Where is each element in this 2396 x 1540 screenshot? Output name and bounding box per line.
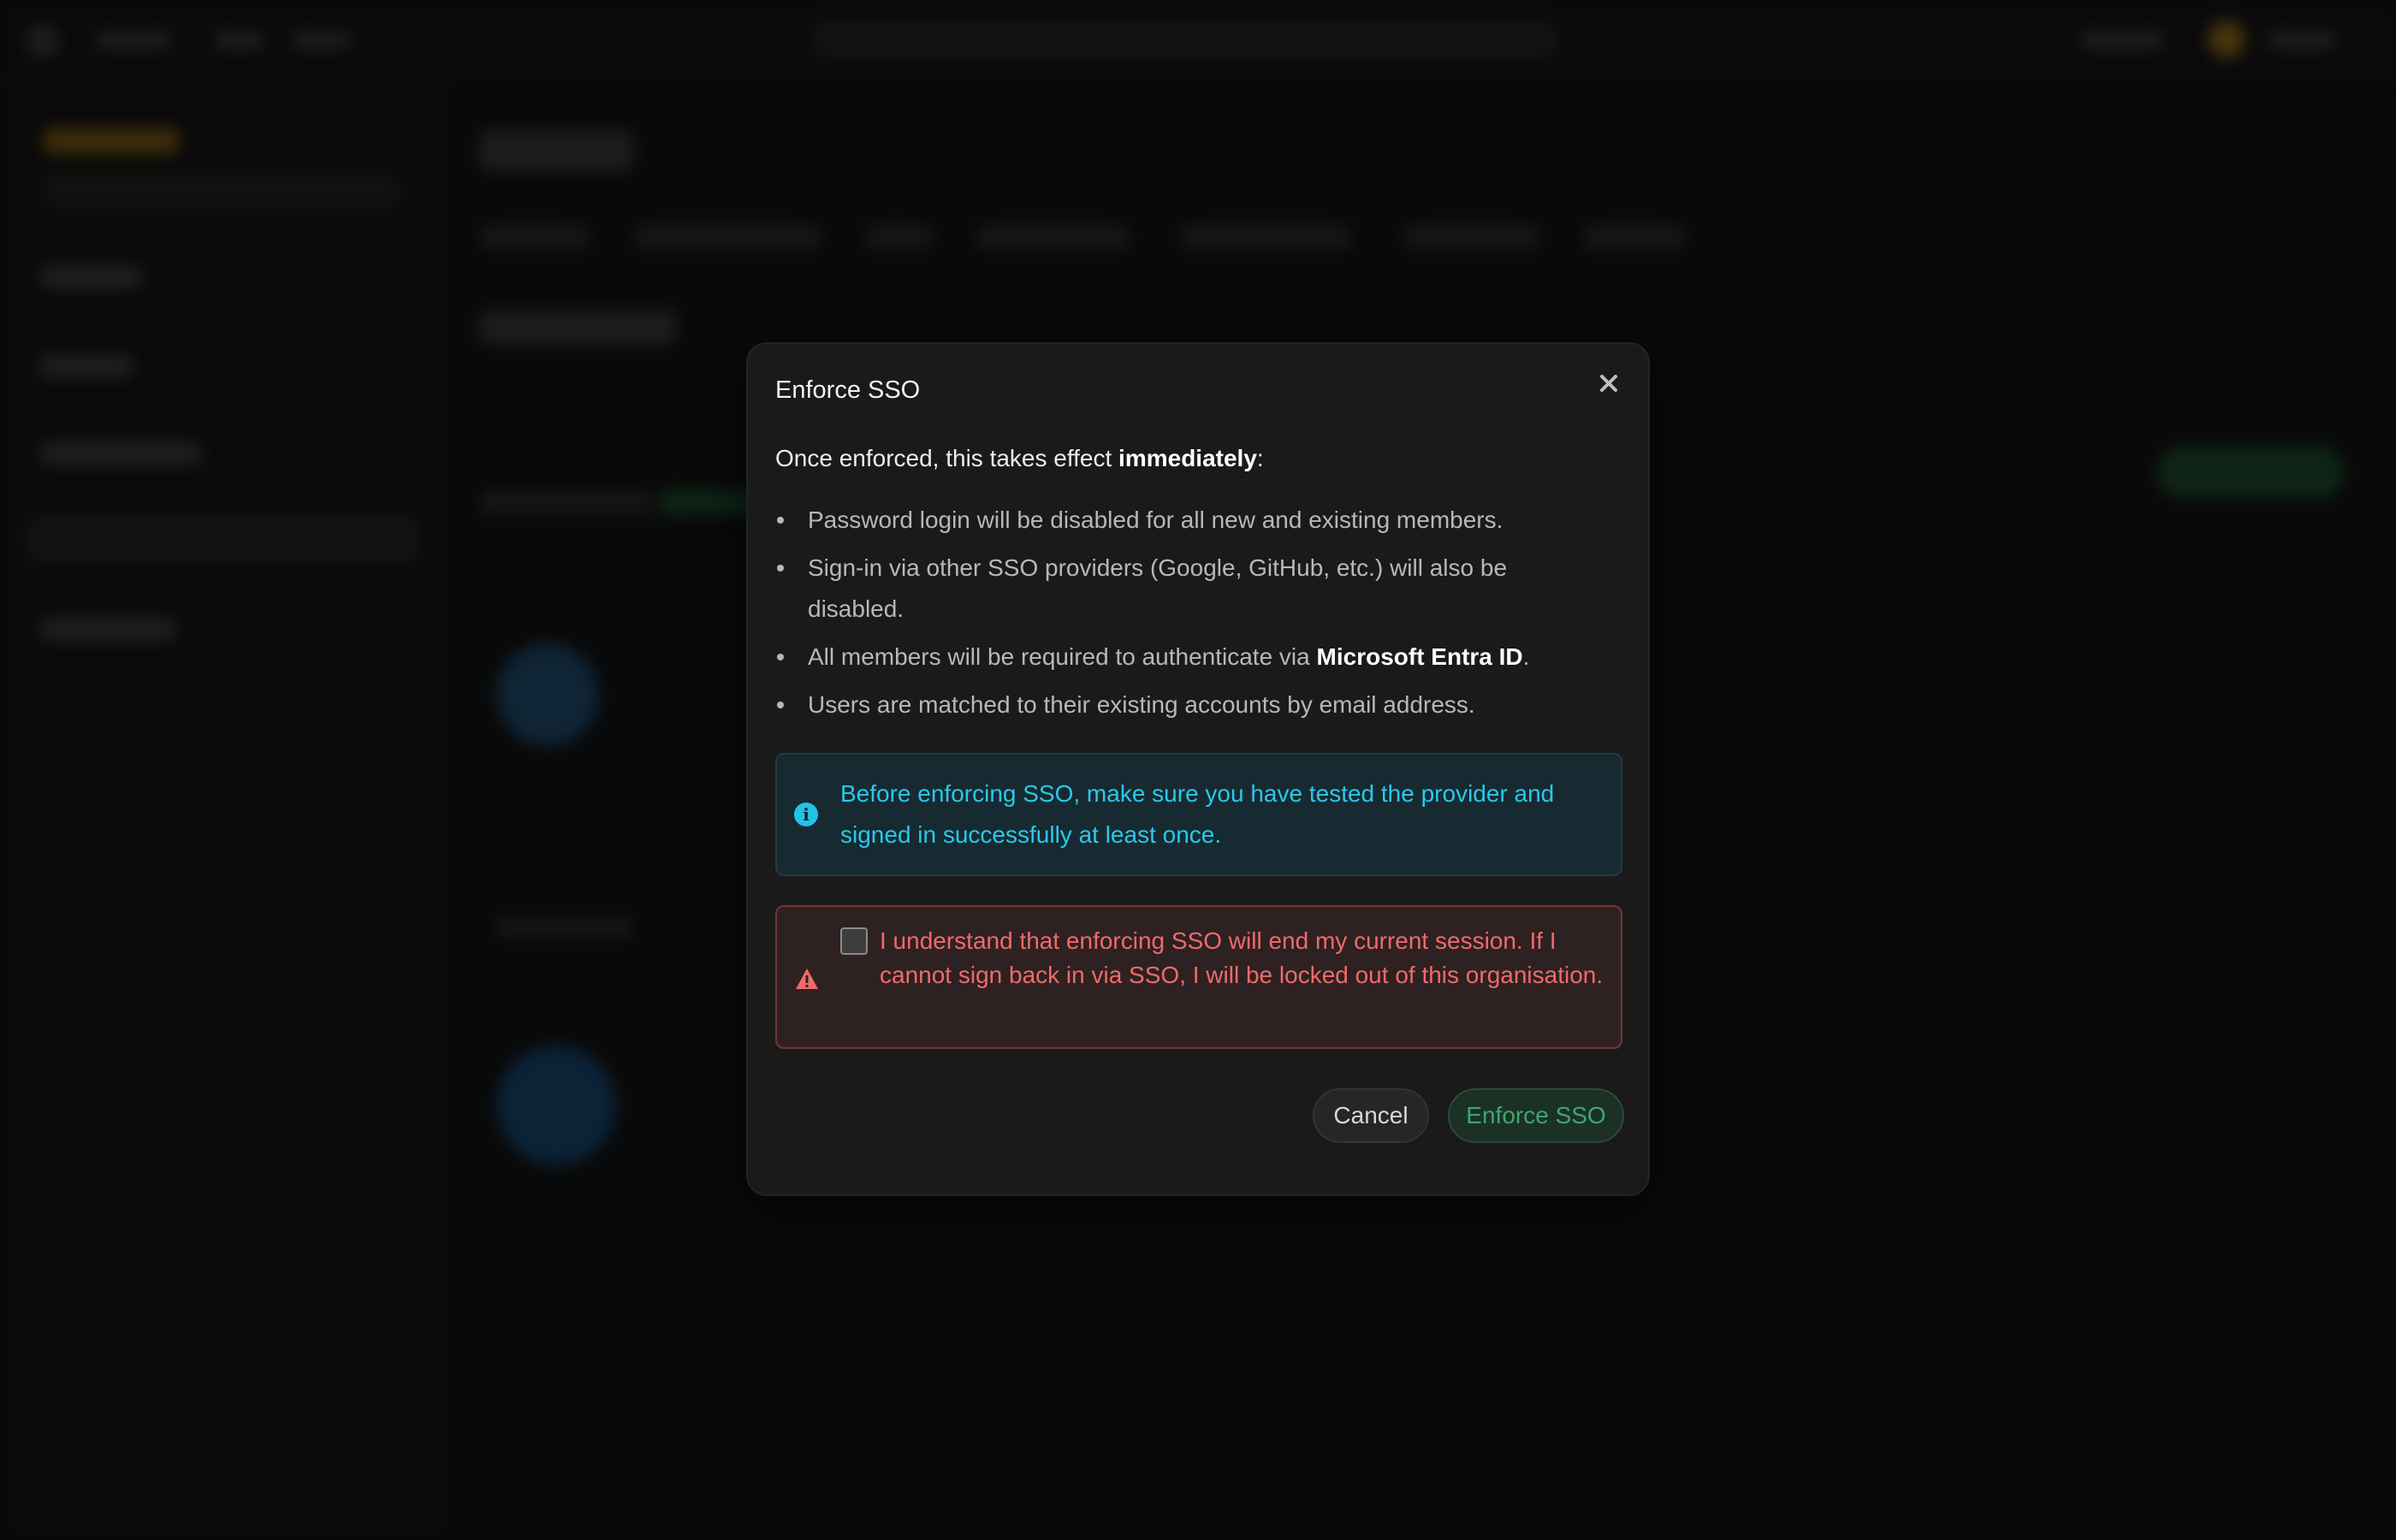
- intro-emphasis: immediately: [1118, 445, 1257, 471]
- warning-callout: I understand that enforcing SSO will end…: [775, 905, 1622, 1049]
- acknowledge-checkbox[interactable]: [840, 927, 868, 955]
- info-text: Before enforcing SSO, make sure you have…: [840, 780, 1555, 848]
- intro-suffix: :: [1256, 445, 1264, 471]
- dialog-title: Enforce SSO: [775, 376, 921, 404]
- info-callout: i Before enforcing SSO, make sure you ha…: [775, 753, 1622, 876]
- list-item: Sign-in via other SSO providers (Google,…: [775, 548, 1597, 630]
- close-button[interactable]: [1593, 368, 1624, 399]
- enforce-sso-button[interactable]: Enforce SSO: [1448, 1088, 1624, 1143]
- acknowledge-label[interactable]: I understand that enforcing SSO will end…: [880, 924, 1616, 992]
- list-item: Users are matched to their existing acco…: [775, 684, 1597, 726]
- consequences-list: Password login will be disabled for all …: [775, 500, 1597, 732]
- info-icon: i: [794, 803, 818, 826]
- close-icon: [1600, 375, 1617, 392]
- intro-text: Once enforced, this takes effect immedia…: [775, 443, 1264, 474]
- intro-prefix: Once enforced, this takes effect: [775, 445, 1119, 471]
- provider-name: Microsoft Entra ID: [1316, 643, 1523, 670]
- cancel-button[interactable]: Cancel: [1313, 1088, 1429, 1143]
- warning-triangle-icon: [796, 968, 818, 989]
- list-item: All members will be required to authenti…: [775, 637, 1597, 678]
- list-item: Password login will be disabled for all …: [775, 500, 1597, 541]
- enforce-sso-dialog: Enforce SSO Once enforced, this takes ef…: [746, 342, 1650, 1196]
